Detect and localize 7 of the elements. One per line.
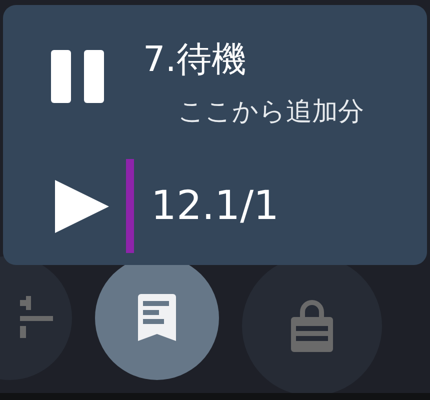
pause-icon[interactable] xyxy=(51,50,105,103)
play-icon[interactable] xyxy=(55,180,109,232)
position-text: 12.1/1 xyxy=(151,183,279,229)
status-title: 7.待機 xyxy=(143,39,248,82)
status-subtitle: ここから追加分 xyxy=(178,96,364,129)
lock-icon xyxy=(290,298,334,354)
bookmark-icon xyxy=(138,294,176,342)
